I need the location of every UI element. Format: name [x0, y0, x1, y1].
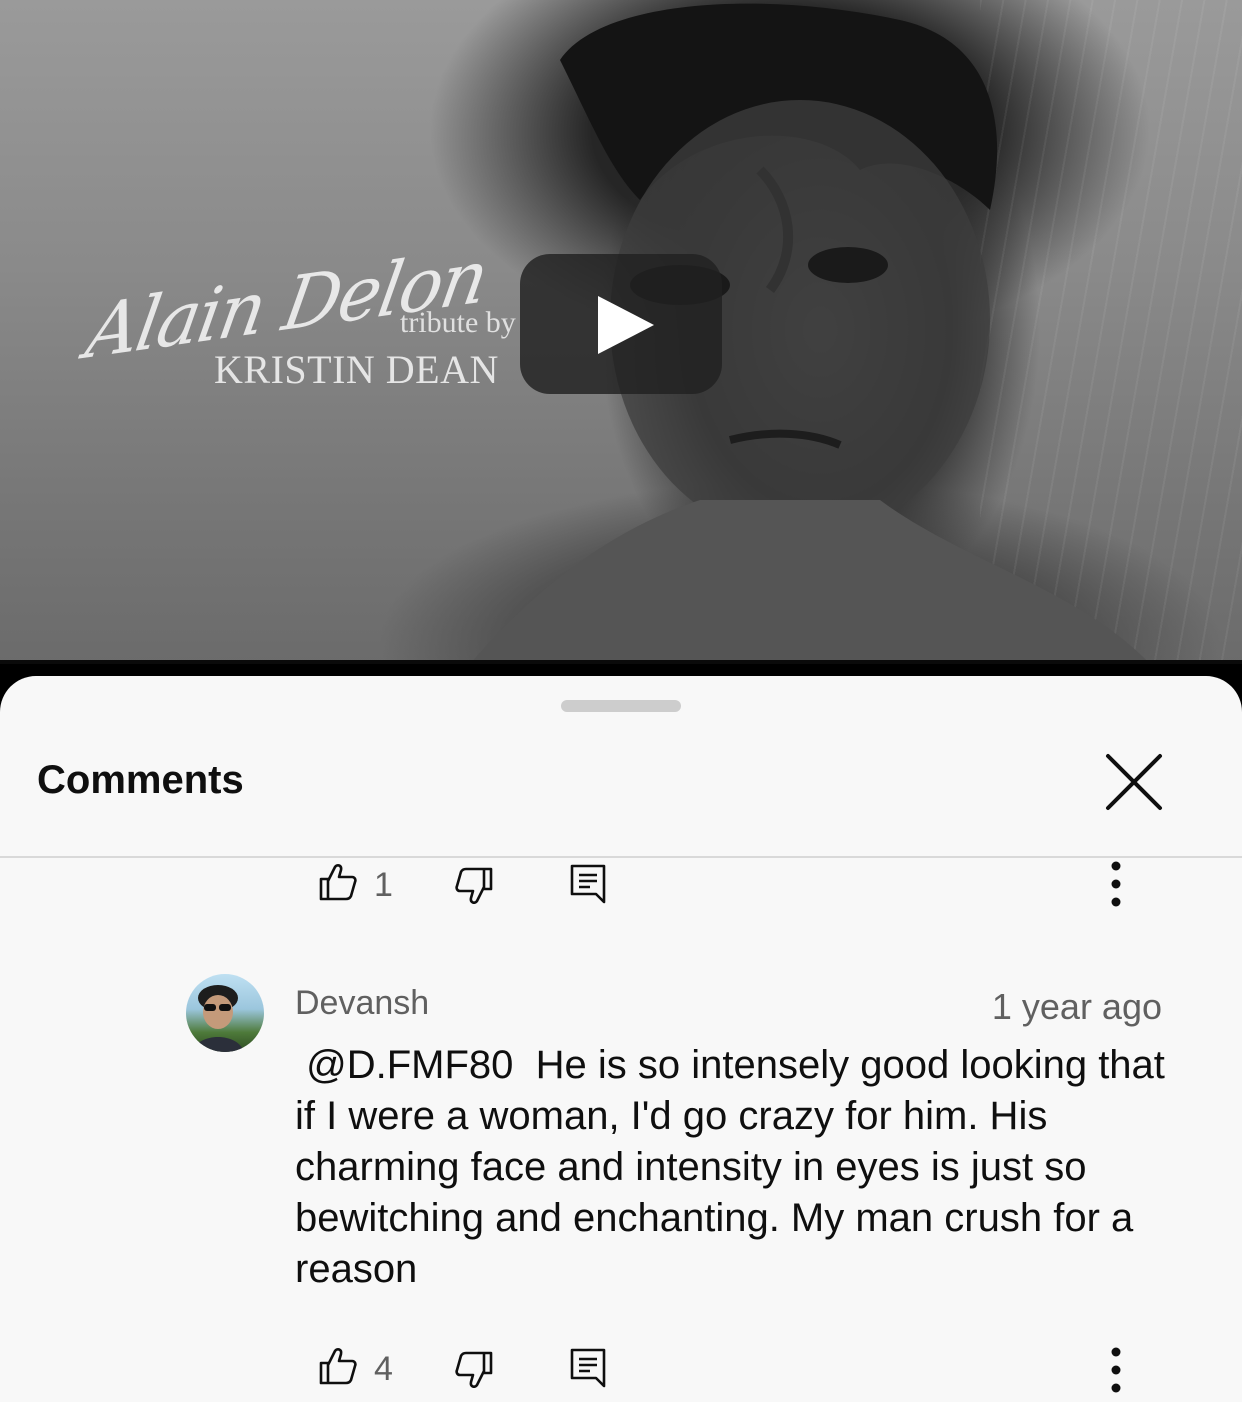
video-player[interactable]: Alain Delon tribute by KRISTIN DEAN [0, 0, 1242, 664]
avatar[interactable] [186, 974, 264, 1052]
close-button[interactable] [1098, 750, 1170, 814]
dislike-button[interactable] [454, 1350, 494, 1395]
close-icon [1106, 754, 1162, 810]
video-title-credit: KRISTIN DEAN [214, 347, 499, 392]
reply-icon [570, 1348, 606, 1388]
play-icon [598, 296, 654, 354]
comments-sheet: Comments 1 Devansh 1 year ago @D.FMF80 H… [0, 676, 1242, 1402]
video-bottom-edge [0, 660, 1242, 664]
comment-actions-prev: 1 [0, 856, 1242, 916]
avatar-photo [192, 985, 244, 1052]
comments-title: Comments [37, 758, 244, 802]
comment-actions: 4 [0, 1344, 1242, 1402]
thumbs-down-icon [455, 1351, 493, 1388]
like-count: 1 [374, 866, 393, 904]
reply-icon [570, 864, 606, 904]
comment-author[interactable]: Devansh [295, 984, 429, 1023]
video-title-tribute: tribute by [400, 306, 516, 339]
more-options-button[interactable] [1106, 1346, 1126, 1399]
more-vert-icon [1111, 861, 1121, 907]
dislike-button[interactable] [454, 866, 494, 911]
thumbs-down-icon [455, 867, 493, 904]
thumbs-up-icon [319, 864, 357, 901]
play-button[interactable] [520, 254, 722, 394]
comment-timestamp: 1 year ago [991, 986, 1162, 1027]
like-button[interactable] [318, 1346, 358, 1391]
reply-button[interactable] [570, 1348, 606, 1393]
more-options-button[interactable] [1106, 860, 1126, 913]
drag-handle[interactable] [561, 700, 681, 712]
reply-button[interactable] [570, 864, 606, 909]
thumbs-up-icon [319, 1348, 357, 1385]
like-button[interactable] [318, 862, 358, 907]
comment-text: @D.FMF80 He is so intensely good looking… [295, 1043, 1177, 1291]
like-count: 4 [374, 1350, 393, 1388]
more-vert-icon [1111, 1347, 1121, 1393]
